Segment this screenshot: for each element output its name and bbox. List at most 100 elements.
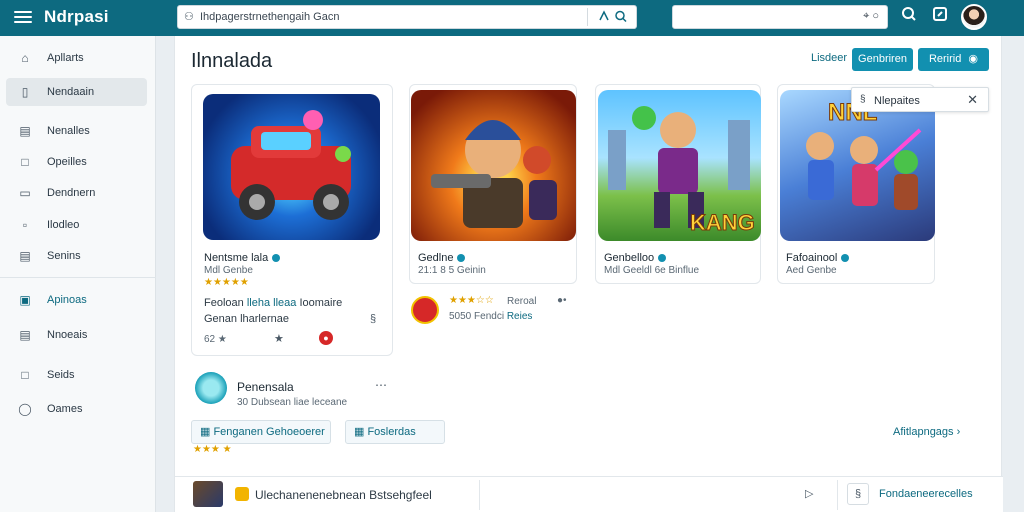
top-bar: Ndrpasi ⚇ Ihdpagerstrnethengaih Gacn ⌖ ○ [0, 0, 1024, 36]
sidebar-item-label: Opeilles [47, 156, 87, 168]
search-icon[interactable] [898, 6, 920, 28]
tag-icon: ▦ [200, 426, 214, 438]
info-icon[interactable]: § [370, 313, 376, 325]
more-options-icon[interactable]: ⋯ [375, 378, 387, 392]
card-title: Genbelloo [604, 252, 667, 264]
svg-text:KANG: KANG [690, 210, 755, 235]
divider [479, 480, 480, 510]
notes-icon[interactable] [929, 6, 951, 28]
game-thumbnail[interactable]: NNL [780, 90, 935, 241]
game-card[interactable]: KANG Genbelloo Mdl Geeldl 6e Binflue [595, 84, 761, 284]
search-button[interactable] [592, 9, 634, 26]
developer-avatar[interactable] [195, 372, 227, 404]
card-meta: 5050 Fendci Reies [449, 311, 533, 322]
flag-icon: □ [21, 368, 29, 382]
verified-icon [457, 254, 466, 263]
info-icon: § [860, 94, 866, 105]
game-logo[interactable] [411, 296, 439, 324]
game-thumbnail[interactable] [411, 90, 576, 241]
sidebar-item-label: Seids [47, 369, 75, 381]
game-card[interactable]: NNL Fafoainool Aed Genbe [777, 84, 935, 284]
tag-chip[interactable]: ▦ Fenganen Gehoeoerer [191, 420, 331, 444]
user-avatar[interactable] [961, 4, 987, 30]
document-icon: ▤ [19, 328, 31, 342]
header-button-primary[interactable]: Genbriren [852, 48, 913, 71]
rating-icon[interactable]: ★ [274, 332, 284, 345]
card-subtitle: Aed Genbe [786, 265, 837, 276]
verified-icon [272, 254, 281, 263]
game-thumbnail[interactable]: KANG [598, 90, 761, 241]
search-input[interactable]: Ihdpagerstrnethengaih Gacn [200, 11, 339, 23]
more-link[interactable]: Afitlapngags › [893, 426, 960, 438]
chevron-right-icon: › [956, 426, 961, 438]
verified-icon [658, 254, 667, 263]
secondary-search-box[interactable]: ⌖ ○ [672, 5, 888, 29]
sidebar-item-11[interactable]: ◯ Oames [6, 395, 147, 423]
thumbnail-image[interactable] [193, 481, 223, 507]
store-icon: ▣ [19, 293, 31, 307]
sidebar-item-5[interactable]: ▭ Dendnern [6, 179, 147, 207]
person-icon: ⚇ [184, 11, 194, 23]
folder-icon [235, 487, 249, 501]
game-card[interactable]: Nentsme lala Mdl Genbe ★★★★★ Feoloan lle… [191, 84, 393, 356]
card-title: Gedlne [418, 252, 466, 264]
rating-stars: ★★★☆☆ [449, 295, 494, 306]
verified-icon [841, 254, 850, 263]
sidebar-item-7[interactable]: ▤ Senins [6, 242, 147, 270]
sidebar-divider [0, 277, 156, 278]
sidebar-item-home[interactable]: ⌂ Apllarts [6, 44, 147, 72]
header-link[interactable]: Lisdeer [811, 52, 847, 64]
sidebar-item-label: Nenalles [47, 125, 90, 137]
sidebar-item-label: Apinoas [47, 294, 87, 306]
close-icon[interactable]: ✕ [967, 92, 978, 108]
folder-icon: ▭ [19, 186, 31, 200]
more-icon[interactable]: ●• [557, 295, 567, 306]
sidebar-item-label: Nendaain [47, 86, 95, 98]
tag-chip[interactable]: ▦ Foslerdas [345, 420, 445, 444]
badge-icon[interactable]: ● [319, 331, 333, 345]
sidebar-item-label: Ilodleo [47, 219, 80, 231]
developer-name[interactable]: Penensala [237, 380, 294, 394]
sidebar-item-label: Nnoeais [47, 329, 88, 341]
tools-icon: ⌖ ○ [863, 10, 879, 22]
settings-icon[interactable]: § [847, 483, 869, 505]
bottom-action-link[interactable]: Fondaeneerecelles [879, 488, 973, 500]
card-subtitle: 21:1 8 5 Geinin [418, 265, 486, 276]
bottom-bar: Ulechanenenebnean Bstsehgfeel ▷ § Fondae… [175, 476, 1003, 512]
menu-icon[interactable] [14, 8, 32, 26]
popup-text: Nlepaites [874, 95, 920, 107]
main-panel: Ilnnalada Lisdeer Genbriren Reririd ◉ Ne… [174, 36, 1003, 512]
chevron-icon: ◉ [968, 53, 979, 65]
header-button-secondary[interactable]: Reririd ◉ [918, 48, 989, 71]
sidebar-item-store[interactable]: ▣ Apinoas [6, 286, 147, 314]
sidebar-item-active[interactable]: ▯ Nendaain [6, 78, 147, 106]
bookmark-icon: ▫ [22, 218, 28, 232]
page-title: Ilnnalada [191, 50, 273, 72]
sidebar-item-9[interactable]: ▤ Nnoeais [6, 321, 147, 349]
tag-icon: ▦ [354, 426, 368, 438]
tooltip-popup[interactable]: § Nlepaites ✕ [851, 87, 989, 112]
sidebar-item-10[interactable]: □ Seids [6, 361, 147, 389]
card-subtitle: Mdl Genbe [204, 265, 253, 276]
divider [837, 480, 838, 510]
header-button-label: Reririd [928, 53, 962, 65]
sidebar-item-6[interactable]: ▫ Ilodleo [6, 211, 147, 239]
card-description-2: Genan lharlernae [204, 313, 290, 325]
sidebar-item-label: Apllarts [47, 52, 84, 64]
bottom-status-text: Ulechanenenebnean Bstsehgfeel [255, 488, 432, 502]
card-subtitle: Mdl Geeldl 6e Binflue [604, 265, 700, 276]
sidebar-item-label: Senins [47, 250, 81, 262]
document-icon: ▤ [19, 249, 31, 263]
rating-label: Reroal [507, 296, 537, 307]
search-box[interactable]: ⚇ Ihdpagerstrnethengaih Gacn [177, 5, 637, 29]
sidebar: ⌂ Apllarts ▯ Nendaain ▤ Nenalles □ Opeil… [0, 36, 156, 512]
play-icon[interactable]: ▷ [805, 487, 813, 500]
game-thumbnail[interactable] [203, 94, 380, 240]
search-icon [599, 10, 627, 23]
game-card[interactable]: Gedlne 21:1 8 5 Geinin [409, 84, 577, 284]
document-icon: ▤ [19, 124, 31, 138]
sidebar-item-4[interactable]: □ Opeilles [6, 148, 147, 176]
rating-stars: ★★★★★ [204, 277, 249, 288]
app-brand[interactable]: Ndrpasi [44, 7, 109, 27]
sidebar-item-3[interactable]: ▤ Nenalles [6, 117, 147, 145]
